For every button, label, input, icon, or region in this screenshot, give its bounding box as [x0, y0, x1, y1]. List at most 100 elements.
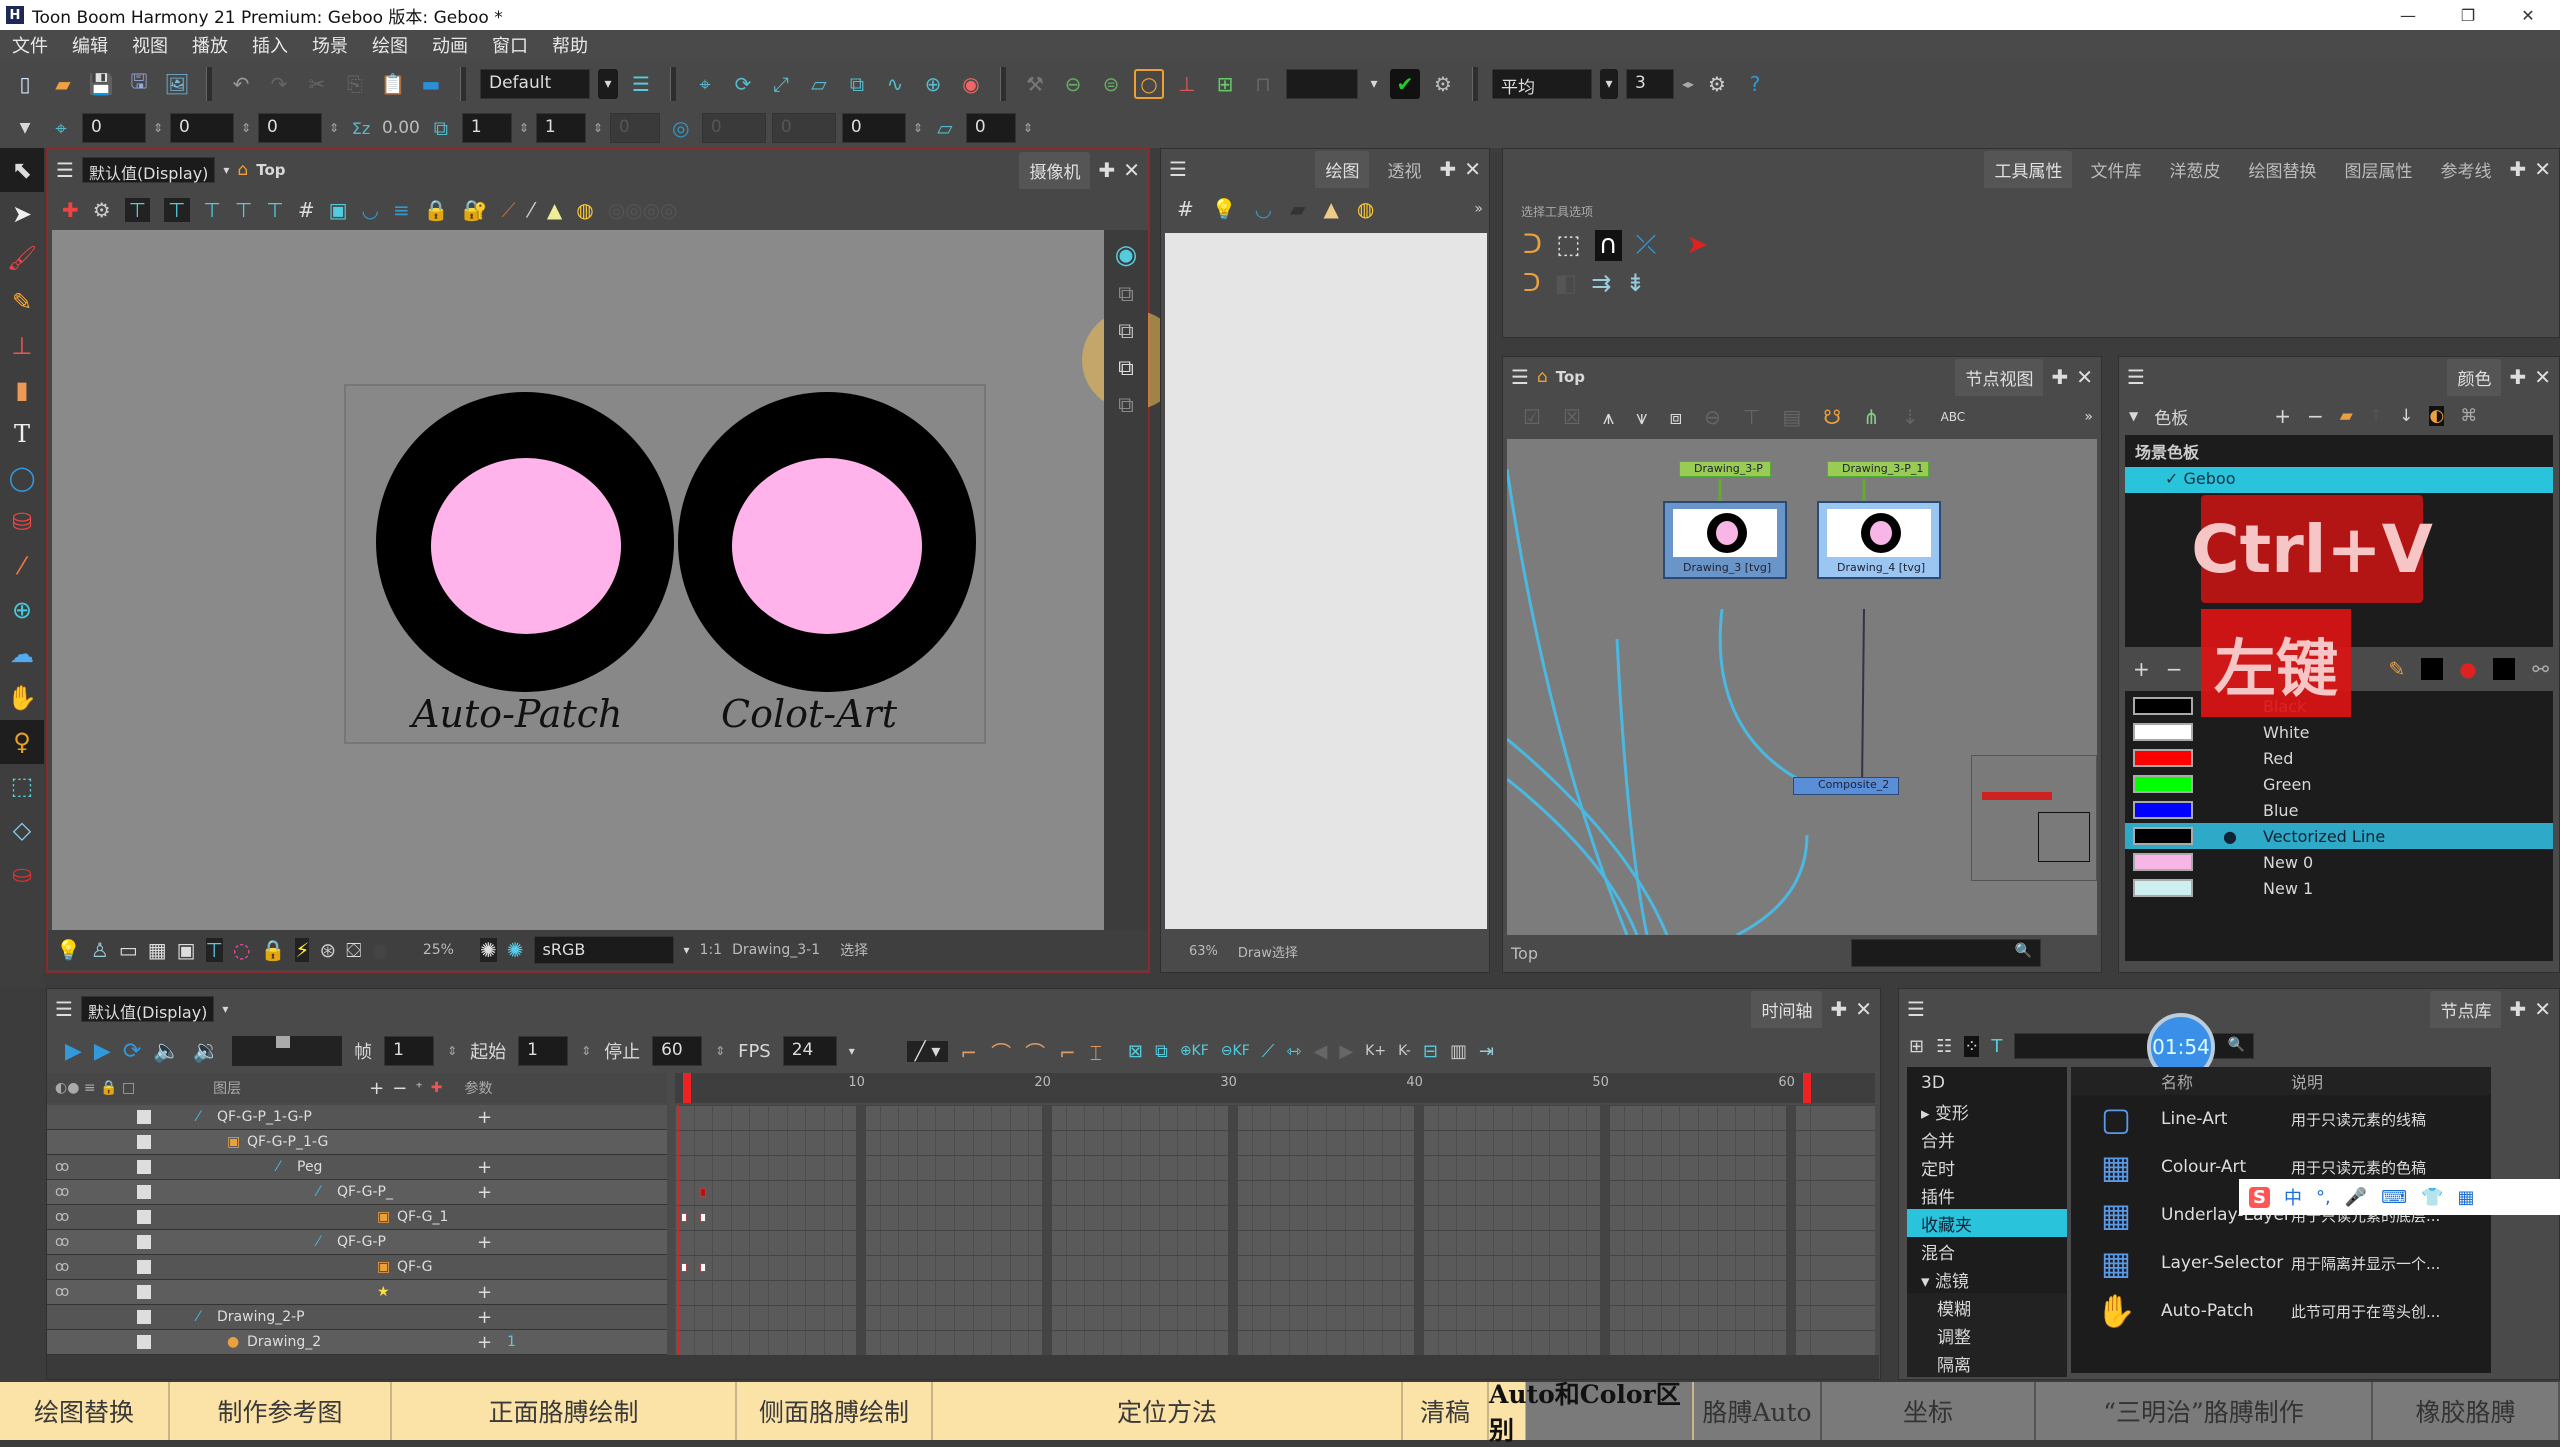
chapter-marker[interactable]: Auto和Color区别	[1489, 1380, 1694, 1445]
tab-layer-properties[interactable]: 图层属性	[2334, 150, 2423, 188]
layer-row[interactable]: ⁄ QF-G-P_1-G-P +	[47, 1105, 667, 1130]
layer-name[interactable]: QF-G-P_	[337, 1184, 477, 1200]
menu-icon[interactable]: ☰	[1511, 365, 1529, 389]
safe-area-icon[interactable]: ▣	[177, 938, 196, 962]
snap-magnet-icon[interactable]: ∩	[1594, 230, 1622, 261]
reset-rotation-icon[interactable]: ⊤	[204, 198, 221, 222]
color-art-fill[interactable]	[732, 458, 922, 634]
menu-icon[interactable]: ☰	[1169, 157, 1187, 181]
layer-current-icon[interactable]: ⧉	[1104, 356, 1148, 381]
chevron-down-icon[interactable]: ▼	[10, 113, 40, 143]
lamp-icon[interactable]: ♙	[91, 938, 109, 962]
grid-icon[interactable]: #	[1177, 197, 1194, 221]
layer-name[interactable]: Drawing_2-P	[217, 1309, 477, 1325]
text-tool-icon[interactable]: T	[0, 412, 44, 456]
reset-pan-icon[interactable]: ⊤	[266, 198, 283, 222]
paint-bucket-icon[interactable]: ⛁	[0, 500, 44, 544]
color-swatch[interactable]	[2133, 775, 2193, 793]
close-button[interactable]: ✕	[2500, 0, 2556, 30]
spinner-icon[interactable]: ⇕	[592, 121, 604, 135]
library-node-item[interactable]: ▦ Layer-Selector 用于隔离并显示一个...	[2071, 1239, 2491, 1287]
envelope-icon[interactable]: ⬚	[0, 764, 44, 808]
library-node-item[interactable]: ✋ Auto-Patch 此节可用于在弯头创...	[2071, 1287, 2491, 1335]
layer-color-box[interactable]	[137, 1285, 151, 1299]
move-up-icon[interactable]: ⩚	[1603, 405, 1614, 429]
more-icon[interactable]: »	[1474, 201, 1483, 217]
drawing-node[interactable]: Drawing_3 [tvg]	[1663, 501, 1787, 579]
layer-row[interactable]: ꝏ ★ +	[47, 1280, 667, 1305]
play-icon[interactable]: ▶	[65, 1039, 82, 1064]
contour-editor-icon[interactable]: ➤	[0, 192, 44, 236]
color-swatch[interactable]	[2133, 723, 2193, 741]
spinner-icon[interactable]: ⇕	[518, 121, 530, 135]
menu-play[interactable]: 播放	[180, 32, 240, 58]
add-view-icon[interactable]: ✚	[2509, 997, 2526, 1021]
spline-offset-icon[interactable]: ∿	[880, 69, 910, 99]
lamp-icon[interactable]: ▲	[1324, 197, 1339, 221]
minimize-button[interactable]: —	[2380, 0, 2436, 30]
pivot-tool-icon[interactable]: ⊕	[0, 588, 44, 632]
chapter-marker[interactable]: 侧面胳膊绘制	[737, 1382, 933, 1440]
color-swatch-row[interactable]: ● Vectorized Line	[2125, 823, 2553, 849]
menu-insert[interactable]: 插入	[240, 32, 300, 58]
home-icon[interactable]: ⌂	[237, 160, 248, 180]
remove-palette-icon[interactable]: −	[2307, 404, 2324, 428]
ik-icon[interactable]: ◉	[956, 69, 986, 99]
menu-icon[interactable]: ☰	[56, 158, 74, 182]
mask-icon[interactable]: ◡	[1255, 197, 1272, 221]
preferences-gear-icon[interactable]: ⚙	[1702, 69, 1732, 99]
loop-icon[interactable]: ⟳	[123, 1039, 141, 1064]
palette-browser-icon[interactable]: ◐	[2429, 406, 2445, 426]
col-name[interactable]: 名称	[2161, 1069, 2291, 1093]
new-scene-icon[interactable]: ▯	[10, 69, 40, 99]
rotate-icon[interactable]: ⟳	[728, 69, 758, 99]
remove-color-icon[interactable]: −	[2166, 657, 2183, 681]
add-peg-icon[interactable]: ⁺	[415, 1080, 422, 1096]
chevron-down-icon[interactable]: ▾	[1600, 69, 1618, 99]
layer-color-box[interactable]	[137, 1110, 151, 1124]
cable-icon[interactable]: ☋	[1823, 405, 1841, 429]
menu-icon[interactable]: ☰	[55, 997, 73, 1021]
spinner-icon[interactable]: ⇕	[240, 121, 252, 135]
visibility-icon[interactable]: ꝏ	[47, 1259, 137, 1275]
menu-window[interactable]: 窗口	[480, 32, 540, 58]
layer-color-box[interactable]	[137, 1185, 151, 1199]
skew-field[interactable]: 0	[609, 113, 660, 143]
scale-icon[interactable]: ⤢	[766, 69, 796, 99]
fit-icon[interactable]: ▥	[1450, 1041, 1467, 1062]
restore-button[interactable]: ❐	[2440, 0, 2496, 30]
library-category[interactable]: 3D	[1907, 1069, 2067, 1097]
morph-icon[interactable]: ☁	[0, 632, 44, 676]
close-view-icon[interactable]: ✕	[1855, 997, 1872, 1021]
menu-animation[interactable]: 动画	[420, 32, 480, 58]
color-swatch-row[interactable]: New 0	[2125, 849, 2553, 875]
enable-icon[interactable]: ☑	[1523, 405, 1541, 429]
center-icon[interactable]: ⊥	[1172, 69, 1202, 99]
layer-name[interactable]: Peg	[297, 1159, 477, 1175]
layer-row[interactable]: ꝏ ⁄ QF-G-P +	[47, 1230, 667, 1255]
spinner-icon[interactable]: ⇕	[714, 1044, 726, 1058]
visibility-icon[interactable]: ꝏ	[47, 1184, 137, 1200]
rigging-tool-icon[interactable]: ♀	[0, 720, 44, 764]
play-selection-icon[interactable]: ▶	[94, 1039, 111, 1064]
color-swatch-row[interactable]: White	[2125, 719, 2553, 745]
eye-icon[interactable]: ◉	[1104, 240, 1148, 270]
zoom-level[interactable]: 25%	[423, 942, 454, 958]
add-child-icon[interactable]: +	[477, 1332, 507, 1353]
render-preview-icon[interactable]: ⚡	[295, 938, 310, 962]
add-layer-icon[interactable]: +	[369, 1078, 384, 1099]
workspace-manager-icon[interactable]: ☰	[626, 69, 656, 99]
rename-icon[interactable]: ABC	[1941, 410, 1966, 424]
breadcrumb[interactable]: Top	[256, 161, 285, 179]
chapter-marker[interactable]: 清稿	[1403, 1382, 1489, 1440]
paint-swatch[interactable]	[2492, 658, 2515, 680]
col-desc[interactable]: 说明	[2291, 1069, 2323, 1093]
save-icon[interactable]: 💾	[86, 69, 116, 99]
add-child-icon[interactable]: +	[477, 1107, 507, 1128]
playhead[interactable]	[683, 1073, 691, 1103]
position-z-field[interactable]: 0	[258, 113, 322, 143]
zoom-level[interactable]: 63%	[1189, 944, 1218, 959]
pencil-icon[interactable]: ✎	[0, 280, 44, 324]
tab-guides[interactable]: 参考线	[2430, 150, 2502, 188]
add-view-icon[interactable]: ✚	[2509, 157, 2526, 181]
